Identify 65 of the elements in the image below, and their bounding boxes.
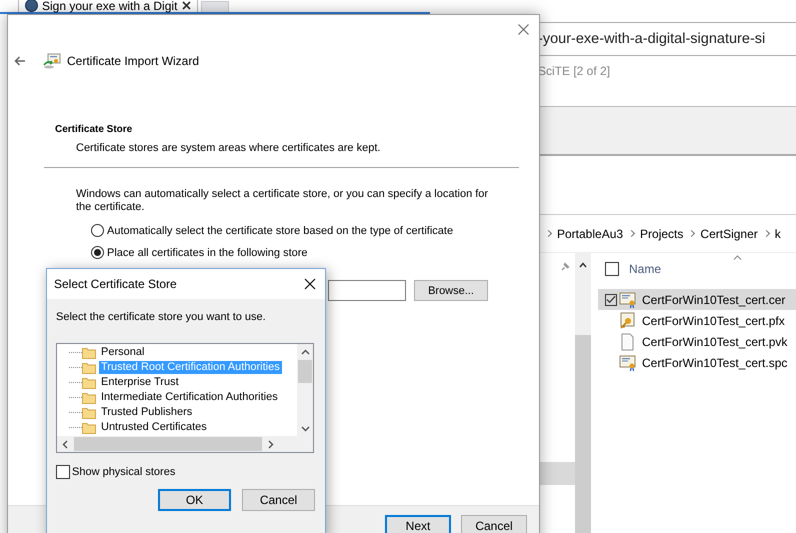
folder-icon [82, 406, 96, 418]
site-logo-icon [25, 0, 38, 12]
wizard-title: Certificate Import Wizard [67, 54, 200, 68]
browse-button[interactable]: Browse... [414, 280, 488, 301]
store-tree[interactable]: Personal Trusted Root Certification Authorities Enterprise Trust Intermediate Certification Authorities Trusted Publishers Untrusted Certificates [56, 343, 314, 453]
option-label[interactable]: Place all certificates in the following store [107, 246, 308, 258]
folder-icon [82, 376, 96, 388]
breadcrumb-item[interactable]: k [774, 226, 781, 240]
pin-icon[interactable] [560, 262, 570, 272]
tab-title: Sign your exe with a Digit [42, 0, 178, 12]
scroll-down-icon[interactable] [300, 426, 310, 432]
checkbox-label[interactable]: Show physical stores [72, 466, 176, 478]
breadcrumb-item[interactable]: PortableAu3 [557, 226, 624, 240]
section-heading: Certificate Store [55, 124, 134, 137]
scrollbar[interactable] [575, 253, 591, 533]
back-arrow-icon[interactable] [14, 56, 26, 66]
breadcrumb-item[interactable]: CertSigner [700, 226, 758, 240]
radio-button[interactable] [91, 224, 104, 237]
close-icon[interactable] [304, 278, 316, 290]
store-field[interactable] [328, 280, 406, 301]
sort-caret-icon [733, 255, 742, 260]
key-icon [619, 312, 637, 330]
file-row[interactable]: CertForWin10Test_cert.spc [598, 352, 796, 373]
checkbox[interactable] [56, 465, 70, 479]
column-header[interactable]: Name [629, 262, 662, 276]
file-row[interactable]: CertForWin10Test_cert.cer [598, 289, 796, 310]
checkbox[interactable] [605, 294, 617, 306]
tree-item[interactable]: Untrusted Certificates [99, 421, 209, 434]
file-row[interactable]: CertForWin10Test_cert.pvk [598, 331, 796, 352]
next-button[interactable]: Next [385, 515, 451, 533]
dialog-prompt: Select the certificate store you want to use. [56, 311, 267, 325]
folder-icon [82, 346, 96, 358]
cancel-button[interactable]: Cancel [461, 515, 527, 533]
scroll-right-icon[interactable] [268, 440, 274, 448]
file-name: CertForWin10Test_cert.pvk [642, 334, 788, 348]
certificate-icon [619, 290, 637, 308]
scrollbar-thumb[interactable] [74, 437, 262, 451]
folder-icon [82, 362, 96, 374]
dialog-title: Select Certificate Store [54, 277, 177, 291]
certificate-icon [619, 354, 637, 372]
tree-item[interactable]: Trusted Publishers [99, 406, 194, 419]
radio-button[interactable] [91, 246, 104, 259]
option-label[interactable]: Automatically select the certificate store based on the type of certificate [107, 224, 454, 236]
file-row[interactable]: CertForWin10Test_cert.pfx [598, 310, 796, 331]
close-icon[interactable] [182, 1, 191, 10]
file-name: CertForWin10Test_cert.pfx [642, 314, 785, 328]
ok-button[interactable]: OK [158, 489, 231, 511]
file-name: CertForWin10Test_cert.spc [642, 356, 788, 370]
instruction-text: Windows can automatically select a certificate store, or you can specify a location for the certificate. [76, 188, 490, 214]
certificate-icon [43, 53, 61, 69]
scrollbar-thumb[interactable] [298, 360, 312, 383]
section-description: Certificate stores are system areas where certificates are kept. [76, 142, 382, 154]
select-all-checkbox[interactable] [605, 262, 619, 276]
breadcrumb-item[interactable]: Projects [640, 226, 684, 240]
tree-item[interactable]: Intermediate Certification Authorities [99, 391, 280, 404]
tree-item[interactable]: Personal [99, 346, 146, 359]
chevron-up-icon[interactable] [579, 262, 587, 268]
folder-icon [82, 392, 96, 404]
scroll-left-icon[interactable] [62, 440, 68, 448]
tree-item[interactable]: Enterprise Trust [99, 376, 181, 389]
folder-icon [82, 422, 96, 434]
file-name: CertForWin10Test_cert.cer [642, 292, 786, 306]
browser-tab[interactable]: Sign your exe with a Digit [18, 0, 198, 12]
cancel-button[interactable]: Cancel [242, 489, 315, 511]
scroll-up-icon[interactable] [300, 349, 310, 355]
